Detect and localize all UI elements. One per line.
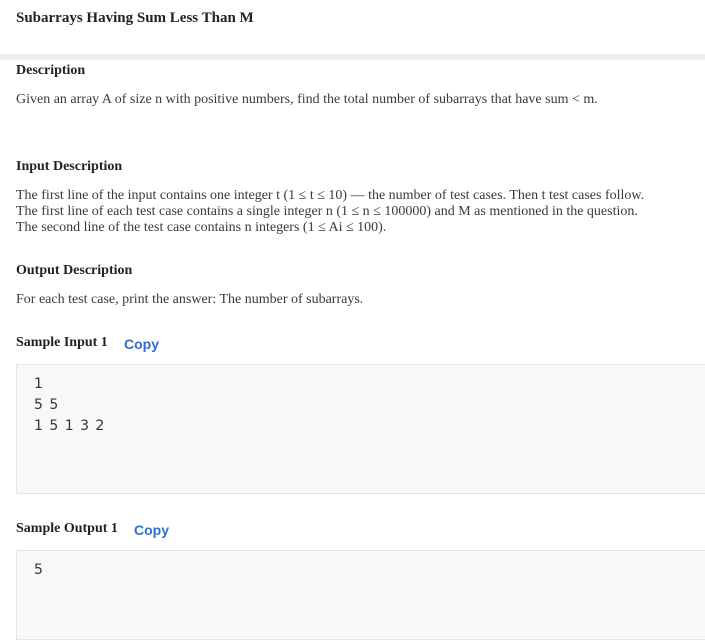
input-description-heading: Input Description: [16, 159, 123, 174]
sample-input-heading: Sample Input 1: [16, 335, 108, 350]
copy-sample-input-button[interactable]: Copy: [124, 336, 159, 352]
sample-input-code: 1 5 5 1 5 1 3 2: [34, 374, 105, 437]
sample-input-box[interactable]: 1 5 5 1 5 1 3 2: [16, 364, 705, 494]
sample-output-line: 5: [34, 562, 44, 578]
header-divider: [0, 54, 705, 60]
sample-output-box[interactable]: 5: [16, 550, 705, 640]
input-description-line: The first line of the input contains one…: [16, 188, 645, 203]
sample-input-line: 1: [34, 376, 44, 392]
description-heading: Description: [16, 63, 86, 78]
copy-sample-output-button[interactable]: Copy: [134, 522, 169, 538]
problem-header: Subarrays Having Sum Less Than M: [0, 0, 705, 54]
description-text: Given an array A of size n with positive…: [16, 92, 598, 107]
sample-output-code: 5: [34, 560, 44, 581]
sample-input-line: 5 5: [34, 397, 60, 413]
input-description-line: The second line of the test case contain…: [16, 220, 387, 235]
output-description-heading: Output Description: [16, 263, 133, 278]
problem-title: Subarrays Having Sum Less Than M: [16, 10, 254, 26]
output-description-text: For each test case, print the answer: Th…: [16, 292, 364, 307]
sample-output-heading: Sample Output 1: [16, 521, 118, 536]
input-description-line: The first line of each test case contain…: [16, 204, 638, 219]
sample-input-line: 1 5 1 3 2: [34, 418, 106, 434]
